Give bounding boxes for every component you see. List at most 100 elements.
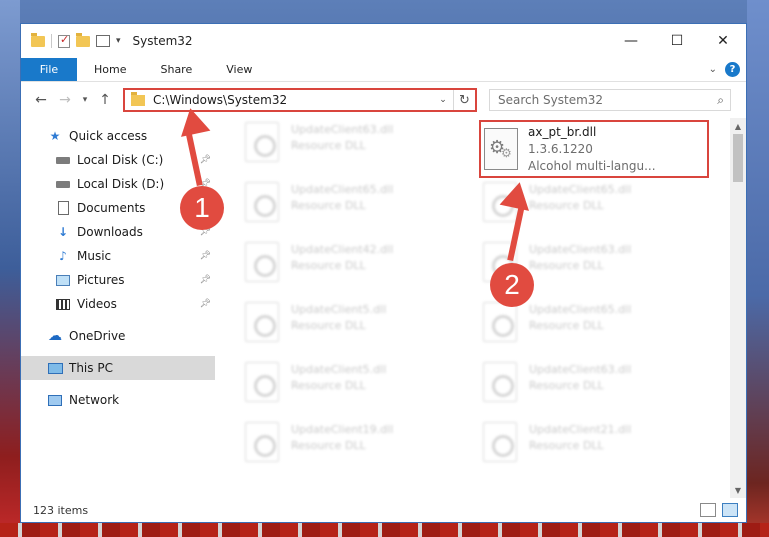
star-icon: ★: [49, 129, 61, 143]
list-item[interactable]: UpdateClient5.dll Resource DLL: [245, 302, 386, 342]
minimize-button[interactable]: —: [608, 24, 654, 58]
item-count: 123 items: [33, 503, 89, 517]
tab-view[interactable]: View: [209, 58, 269, 81]
scrollbar-thumb[interactable]: [733, 134, 743, 182]
file-name: UpdateClient21.dll: [529, 423, 632, 436]
chevron-down-icon[interactable]: ▾: [116, 36, 121, 46]
help-icon[interactable]: ?: [725, 62, 740, 77]
sidebar-item-onedrive[interactable]: ☁ OneDrive: [21, 324, 215, 348]
list-item[interactable]: UpdateClient63.dll Resource DLL: [483, 362, 631, 402]
desktop-background-right: [747, 0, 769, 537]
sidebar-item-this-pc[interactable]: This PC: [21, 356, 215, 380]
window-title: System32: [132, 34, 193, 48]
file-version: 1.3.6.1220: [528, 141, 593, 156]
maximize-button[interactable]: ☐: [654, 24, 700, 58]
ribbon-right: ⌄ ?: [709, 58, 746, 81]
dll-gear-file-icon: [484, 128, 518, 170]
documents-icon: [55, 200, 71, 216]
search-input[interactable]: Search System32 ⌕: [489, 89, 731, 111]
toolbar-divider: [51, 34, 52, 48]
scroll-up-arrow-icon[interactable]: ▲: [730, 118, 746, 134]
dll-file-icon: [245, 362, 279, 402]
cloud-icon: ☁: [48, 328, 62, 344]
dll-file-icon: [245, 122, 279, 162]
address-path[interactable]: C:\Windows\System32: [153, 93, 287, 107]
highlighted-file-item[interactable]: ax_pt_br.dll 1.3.6.1220 Alcohol multi-la…: [479, 120, 709, 178]
file-name: UpdateClient42.dll: [291, 243, 394, 256]
file-type: Resource DLL: [529, 319, 604, 332]
file-type: Resource DLL: [291, 139, 366, 152]
vertical-scrollbar[interactable]: ▲ ▼: [730, 118, 746, 498]
sidebar-item-music[interactable]: ♪ Music 📌︎: [21, 244, 215, 268]
list-item[interactable]: UpdateClient19.dll Resource DLL: [245, 422, 393, 462]
sidebar-item-label: Network: [69, 393, 120, 407]
navigation-bar: ← → ▾ ↑ C:\Windows\System32 ⌄ ↻ Search S…: [21, 82, 746, 118]
sidebar-item-videos[interactable]: Videos 📌︎: [21, 292, 215, 316]
file-name: ax_pt_br.dll: [528, 124, 597, 139]
pin-icon[interactable]: 📌︎: [200, 299, 211, 309]
list-item[interactable]: UpdateClient21.dll Resource DLL: [483, 422, 631, 462]
tab-file[interactable]: File: [21, 58, 77, 81]
close-button[interactable]: ✕: [700, 24, 746, 58]
list-item[interactable]: UpdateClient42.dll Resource DLL: [245, 242, 393, 282]
dll-file-icon: [245, 302, 279, 342]
file-name: UpdateClient65.dll: [529, 183, 632, 196]
pictures-icon: [55, 272, 71, 288]
view-toggle: [700, 503, 746, 517]
list-item[interactable]: UpdateClient65.dll Resource DLL: [483, 302, 631, 342]
address-bar[interactable]: C:\Windows\System32 ⌄ ↻: [123, 88, 477, 112]
tiles-view-icon[interactable]: [722, 503, 738, 517]
details-view-icon[interactable]: [700, 503, 716, 517]
dll-file-icon: [483, 422, 517, 462]
list-item[interactable]: UpdateClient65.dll Resource DLL: [245, 182, 393, 222]
sidebar-item-label: Quick access: [69, 129, 148, 143]
file-name: UpdateClient63.dll: [529, 363, 632, 376]
sidebar-item-label: Videos: [77, 297, 117, 311]
desktop-background-left: [0, 0, 20, 537]
dll-file-icon: [483, 362, 517, 402]
file-type: Resource DLL: [291, 319, 366, 332]
network-icon: [47, 392, 63, 408]
file-list: UpdateClient63.dll Resource DLL UpdateCli…: [215, 118, 746, 498]
file-description: Alcohol multi-langu...: [528, 158, 656, 173]
tab-share[interactable]: Share: [143, 58, 209, 81]
pin-icon[interactable]: 📌︎: [200, 275, 211, 285]
tab-home[interactable]: Home: [77, 58, 143, 81]
pin-icon[interactable]: 📌︎: [200, 251, 211, 261]
pin-icon[interactable]: 📌︎: [200, 155, 211, 165]
properties-check-icon[interactable]: [58, 33, 70, 48]
back-arrow-icon[interactable]: ←: [29, 92, 53, 108]
chevron-down-icon[interactable]: ⌄: [433, 95, 453, 105]
window-controls: — ☐ ✕: [608, 24, 746, 58]
file-name: UpdateClient19.dll: [291, 423, 394, 436]
file-explorer-window: ▾ System32 — ☐ ✕ File Home Share View ⌄ …: [20, 23, 747, 523]
list-item[interactable]: UpdateClient63.dll Resource DLL: [245, 122, 393, 162]
up-arrow-icon[interactable]: ↑: [93, 92, 117, 108]
file-type: Resource DLL: [291, 439, 366, 452]
dll-file-icon: [245, 422, 279, 462]
refresh-icon[interactable]: ↻: [453, 90, 475, 110]
sidebar-item-pictures[interactable]: Pictures 📌︎: [21, 268, 215, 292]
forward-arrow-icon[interactable]: →: [53, 92, 77, 108]
file-name: UpdateClient63.dll: [291, 123, 394, 136]
file-type: Resource DLL: [529, 379, 604, 392]
annotation-step-1-badge: 1: [180, 186, 224, 230]
sidebar-item-network[interactable]: Network: [21, 388, 215, 412]
file-type: Resource DLL: [529, 259, 604, 272]
file-type: Resource DLL: [291, 379, 366, 392]
search-icon[interactable]: ⌕: [717, 93, 724, 108]
scroll-down-arrow-icon[interactable]: ▼: [730, 482, 746, 498]
recent-locations-chevron-icon[interactable]: ▾: [77, 95, 93, 105]
list-item[interactable]: UpdateClient5.dll Resource DLL: [245, 362, 386, 402]
annotation-step-2-badge: 2: [490, 263, 534, 307]
sidebar-item-label: Pictures: [77, 273, 125, 287]
expand-ribbon-icon[interactable]: ⌄: [709, 64, 717, 75]
file-name: UpdateClient5.dll: [291, 363, 387, 376]
drive-icon: [55, 176, 71, 192]
sidebar-item-label: OneDrive: [69, 329, 126, 343]
customize-icon[interactable]: [96, 35, 110, 47]
sidebar-item-label: Local Disk (D:): [77, 177, 165, 191]
sidebar-item-local-disk-c[interactable]: Local Disk (C:) 📌︎: [21, 148, 215, 172]
new-folder-icon[interactable]: [76, 32, 90, 47]
ribbon-tabs: File Home Share View ⌄ ?: [21, 58, 746, 82]
